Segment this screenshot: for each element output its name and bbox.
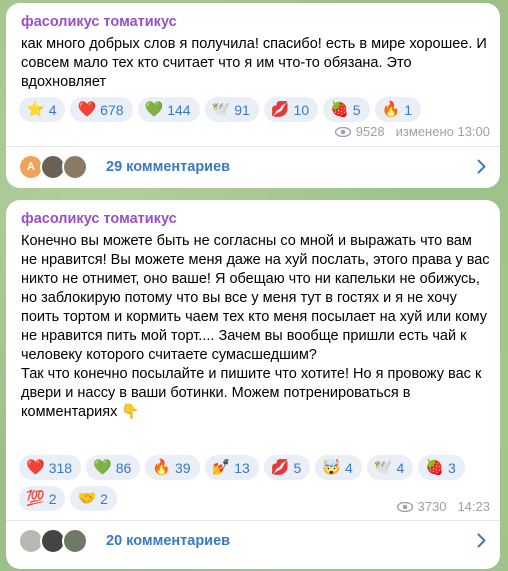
reaction-count: 5	[293, 459, 302, 476]
reaction-dove[interactable]: 🕊️ 91	[204, 97, 259, 122]
reaction-nail-polish[interactable]: 💅 13	[204, 455, 259, 480]
dove-icon: 🕊️	[373, 459, 393, 476]
reaction-count: 13	[234, 459, 250, 476]
reaction-strawberry[interactable]: 🍓 5	[323, 97, 370, 122]
heart-icon: ❤️	[77, 101, 97, 118]
channel-post-2: фасоликус томатикус Конечно вы можете бы…	[6, 200, 500, 569]
reaction-fire[interactable]: 🔥 1	[374, 97, 422, 122]
reaction-count: 144	[167, 101, 191, 118]
reaction-count: 5	[352, 101, 361, 118]
fire-icon: 🔥	[152, 459, 171, 476]
commenter-avatars: A	[18, 154, 92, 180]
hundred-points-icon: 💯	[26, 490, 45, 507]
reaction-count: 86	[115, 459, 132, 476]
reaction-count: 318	[48, 459, 73, 476]
strawberry-icon: 🍓	[330, 101, 349, 118]
post-meta: 9528 изменено 13:00	[334, 124, 490, 139]
reaction-star[interactable]: ⭐ 4	[19, 97, 66, 122]
post-text: как много добрых слов я получила! спасиб…	[21, 36, 491, 90]
kiss-lips-icon: 💋	[270, 459, 290, 476]
reaction-kiss[interactable]: 💋 5	[263, 455, 311, 480]
reaction-mind-blown[interactable]: 🤯 4	[315, 455, 362, 480]
green-heart-icon: 💚	[144, 101, 164, 118]
channel-post-1: фасоликус томатикус как много добрых сло…	[6, 3, 500, 188]
reactions-bar: ⭐ 4 ❤️ 678 💚 144 🕊️ 91 💋 10 🍓 5 🔥 1	[19, 97, 492, 122]
reaction-count: 4	[345, 459, 353, 476]
reaction-fire[interactable]: 🔥 39	[145, 455, 200, 480]
reaction-green-heart[interactable]: 💚 86	[86, 455, 141, 480]
reaction-count: 1	[404, 101, 413, 118]
reaction-heart[interactable]: ❤️ 318	[19, 455, 82, 480]
dove-icon: 🕊️	[211, 101, 231, 118]
view-count: 3730	[417, 499, 447, 514]
post-text: Конечно вы можете быть не согласны со мн…	[21, 233, 490, 420]
chevron-right-icon	[477, 159, 486, 174]
reaction-heart[interactable]: ❤️ 678	[70, 97, 133, 122]
eye-icon	[396, 501, 413, 512]
nail-polish-icon: 💅	[211, 459, 231, 476]
eye-icon	[334, 126, 351, 137]
comments-count-label: 20 комментариев	[106, 533, 231, 549]
fire-icon: 🔥	[381, 101, 401, 118]
reaction-count: 678	[100, 101, 124, 118]
comments-link[interactable]: A 29 комментариев	[6, 147, 500, 187]
kiss-lips-icon: 💋	[270, 101, 290, 118]
commenter-avatars	[18, 528, 92, 554]
green-heart-icon: 💚	[93, 459, 112, 476]
reaction-count: 4	[48, 101, 57, 118]
reaction-green-heart[interactable]: 💚 144	[137, 97, 200, 122]
reaction-count: 3	[447, 459, 456, 476]
reaction-count: 39	[175, 459, 191, 476]
reaction-count: 4	[396, 459, 405, 476]
reaction-strawberry[interactable]: 🍓 3	[418, 455, 465, 480]
avatar	[62, 154, 88, 180]
reaction-dove[interactable]: 🕊️ 4	[366, 455, 414, 480]
edited-time: изменено 13:00	[395, 124, 490, 139]
heart-icon: ❤️	[26, 459, 45, 476]
post-author[interactable]: фасоликус томатикус	[21, 14, 177, 30]
handshake-icon: 🤝	[77, 490, 97, 507]
comments-count-label: 29 комментариев	[106, 159, 231, 175]
reaction-count: 10	[293, 101, 310, 118]
post-time: 14:23	[457, 499, 490, 514]
post-meta: 3730 14:23	[396, 499, 490, 514]
comments-link[interactable]: 20 комментариев	[6, 521, 500, 561]
chevron-right-icon	[477, 533, 486, 548]
star-icon: ⭐	[26, 101, 45, 118]
reaction-count: 2	[100, 490, 108, 507]
reaction-hundred[interactable]: 💯 2	[19, 486, 66, 511]
strawberry-icon: 🍓	[425, 459, 444, 476]
avatar	[62, 528, 88, 554]
reaction-count: 91	[234, 101, 250, 118]
reaction-handshake[interactable]: 🤝 2	[70, 486, 117, 511]
reaction-kiss[interactable]: 💋 10	[263, 97, 319, 122]
view-count: 9528	[355, 124, 385, 139]
mind-blown-icon: 🤯	[322, 459, 342, 476]
reaction-count: 2	[48, 490, 57, 507]
post-author[interactable]: фасоликус томатикус	[21, 211, 177, 227]
